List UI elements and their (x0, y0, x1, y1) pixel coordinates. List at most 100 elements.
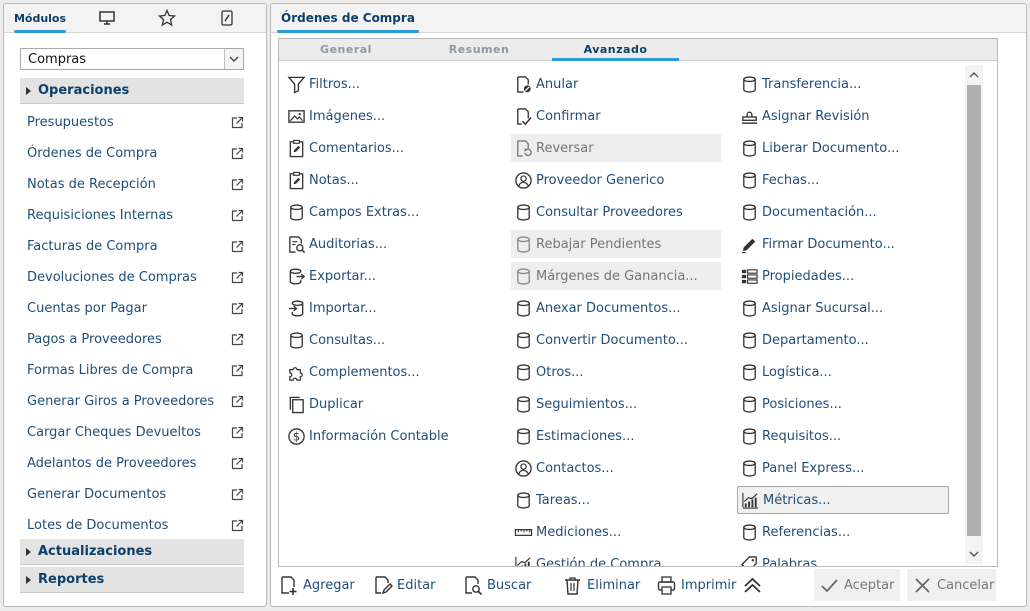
external-link-icon[interactable] (231, 116, 244, 129)
database-icon (512, 297, 534, 319)
section-actualizaciones[interactable]: Actualizaciones (20, 539, 244, 565)
action-reversar[interactable]: Reversar (511, 134, 721, 162)
sidebar-item-formas-libres-de-compra[interactable]: Formas Libres de Compra (27, 359, 244, 381)
database-icon (285, 201, 307, 223)
tab-resumen[interactable]: Resumen (447, 39, 511, 60)
scroll-up-icon[interactable] (965, 67, 983, 83)
tab-favorites[interactable] (152, 4, 182, 32)
action-anexar-documentos[interactable]: Anexar Documentos... (511, 294, 721, 322)
action-palabras[interactable]: Palabras (737, 550, 949, 566)
tab-general[interactable]: General (319, 39, 373, 60)
module-select[interactable]: Compras (20, 48, 244, 70)
action-logistica[interactable]: Logística... (737, 358, 949, 386)
sidebar-item-generar-giros-a-proveedores[interactable]: Generar Giros a Proveedores (27, 390, 244, 412)
external-link-icon[interactable] (231, 364, 244, 377)
chevron-down-icon[interactable] (224, 49, 243, 69)
tab-avanzado[interactable]: Avanzado (552, 39, 679, 61)
external-link-icon[interactable] (231, 395, 244, 408)
action-convertir-documento[interactable]: Convertir Documento... (511, 326, 721, 354)
print-button[interactable]: Imprimir (655, 569, 736, 601)
scroll-down-icon[interactable] (965, 546, 983, 562)
tab-monitor[interactable] (92, 4, 122, 32)
sidebar-item-ordenes-de-compra[interactable]: Órdenes de Compra (27, 142, 244, 164)
action-proveedor-generico[interactable]: Proveedor Generico (511, 166, 721, 194)
action-estimaciones[interactable]: Estimaciones... (511, 422, 721, 450)
action-consultas[interactable]: Consultas... (284, 326, 504, 354)
sidebar-item-generar-documentos[interactable]: Generar Documentos (27, 483, 244, 505)
tab-tools[interactable] (212, 4, 242, 32)
action-notas[interactable]: Notas... (284, 166, 504, 194)
action-otros[interactable]: Otros... (511, 358, 721, 386)
external-link-icon[interactable] (231, 240, 244, 253)
vertical-scrollbar[interactable] (965, 65, 983, 564)
action-firmar-documento[interactable]: Firmar Documento... (737, 230, 949, 258)
external-link-icon[interactable] (231, 209, 244, 222)
action-confirmar[interactable]: Confirmar (511, 102, 721, 130)
sidebar-item-cuentas-por-pagar[interactable]: Cuentas por Pagar (27, 297, 244, 319)
scrollbar-thumb[interactable] (967, 85, 981, 536)
external-link-icon[interactable] (231, 302, 244, 315)
action-auditorias[interactable]: Auditorias... (284, 230, 504, 258)
edit-button[interactable]: Editar (371, 569, 436, 601)
action-mediciones[interactable]: Mediciones... (511, 518, 721, 546)
action-consultar-proveedores[interactable]: Consultar Proveedores (511, 198, 721, 226)
external-link-icon[interactable] (231, 333, 244, 346)
collapse-button[interactable] (741, 569, 767, 601)
action-seguimientos[interactable]: Seguimientos... (511, 390, 721, 418)
action-duplicar[interactable]: Duplicar (284, 390, 504, 418)
action-referencias[interactable]: Referencias... (737, 518, 949, 546)
sidebar-item-devoluciones-de-compras[interactable]: Devoluciones de Compras (27, 266, 244, 288)
sidebar-item-facturas-de-compra[interactable]: Facturas de Compra (27, 235, 244, 257)
external-link-icon[interactable] (231, 426, 244, 439)
action-comentarios[interactable]: Comentarios... (284, 134, 504, 162)
action-fechas[interactable]: Fechas... (737, 166, 949, 194)
tab-modulos[interactable]: Módulos (10, 4, 70, 33)
action-transferencia[interactable]: Transferencia... (737, 70, 949, 98)
action-complementos[interactable]: Complementos... (284, 358, 504, 386)
action-posiciones[interactable]: Posiciones... (737, 390, 949, 418)
cancel-button[interactable]: Cancelar (907, 569, 996, 601)
external-link-icon[interactable] (231, 271, 244, 284)
action-propiedades[interactable]: Propiedades... (737, 262, 949, 290)
add-button[interactable]: Agregar (277, 569, 355, 601)
sidebar-item-lotes-de-documentos[interactable]: Lotes de Documentos (27, 514, 244, 536)
action-imagenes[interactable]: Imágenes... (284, 102, 504, 130)
action-tareas[interactable]: Tareas... (511, 486, 721, 514)
section-operaciones[interactable]: Operaciones (20, 78, 244, 104)
action-informacion-contable[interactable]: $ Información Contable (284, 422, 504, 450)
action-exportar[interactable]: Exportar... (284, 262, 504, 290)
action-liberar-documento[interactable]: Liberar Documento... (737, 134, 949, 162)
search-button[interactable]: Buscar (461, 569, 531, 601)
action-panel-express[interactable]: Panel Express... (737, 454, 949, 482)
sidebar-item-requisiciones-internas[interactable]: Requisiciones Internas (27, 204, 244, 226)
action-campos-extras[interactable]: Campos Extras... (284, 198, 504, 226)
sidebar-item-notas-de-recepcion[interactable]: Notas de Recepción (27, 173, 244, 195)
tab-modulos-label: Módulos (13, 11, 67, 25)
action-gestion-de-compra[interactable]: Gestión de Compra (511, 550, 721, 566)
external-link-icon[interactable] (231, 457, 244, 470)
action-anular[interactable]: Anular (511, 70, 721, 98)
action-metricas[interactable]: Métricas... (737, 486, 949, 514)
action-rebajar-pendientes[interactable]: Rebajar Pendientes (511, 230, 721, 258)
action-departamento[interactable]: Departamento... (737, 326, 949, 354)
sidebar-item-cargar-cheques-devueltos[interactable]: Cargar Cheques Devueltos (27, 421, 244, 443)
section-reportes[interactable]: Reportes (20, 567, 244, 593)
action-contactos[interactable]: Contactos... (511, 454, 721, 482)
sidebar-item-pagos-a-proveedores[interactable]: Pagos a Proveedores (27, 328, 244, 350)
action-importar[interactable]: Importar... (284, 294, 504, 322)
action-requisitos[interactable]: Requisitos... (737, 422, 949, 450)
accept-button[interactable]: Aceptar (814, 569, 900, 601)
tab-ordenes-de-compra[interactable]: Órdenes de Compra (277, 4, 419, 33)
sidebar-item-presupuestos[interactable]: Presupuestos (27, 111, 244, 133)
action-asignar-revision[interactable]: Asignar Revisión (737, 102, 949, 130)
action-filtros[interactable]: Filtros... (284, 70, 504, 98)
delete-button[interactable]: Eliminar (561, 569, 640, 601)
action-asignar-sucursal[interactable]: Asignar Sucursal... (737, 294, 949, 322)
action-documentacion[interactable]: Documentación... (737, 198, 949, 226)
external-link-icon[interactable] (231, 519, 244, 532)
sidebar-item-adelantos-de-proveedores[interactable]: Adelantos de Proveedores (27, 452, 244, 474)
action-margenes-de-ganancia[interactable]: Márgenes de Ganancia... (511, 262, 721, 290)
external-link-icon[interactable] (231, 178, 244, 191)
external-link-icon[interactable] (231, 147, 244, 160)
external-link-icon[interactable] (231, 488, 244, 501)
